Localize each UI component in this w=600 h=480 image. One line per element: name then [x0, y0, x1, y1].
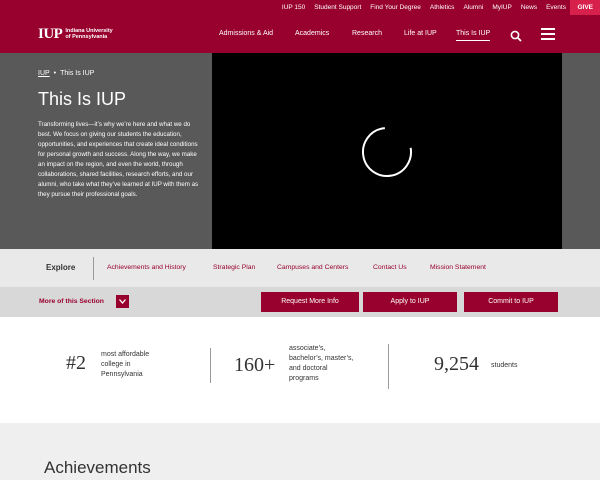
explore-link-contact-us[interactable]: Contact Us [373, 264, 407, 271]
explore-label: Explore [46, 263, 76, 272]
stats-section: #2 most affordable college in Pennsylvan… [0, 317, 600, 423]
hero-side-panel [562, 53, 600, 249]
utility-link-myiup[interactable]: MyIUP [488, 0, 517, 15]
utility-link-athletics[interactable]: Athletics [425, 0, 459, 15]
utility-link-events[interactable]: Events [542, 0, 571, 15]
commit-to-iup-button[interactable]: Commit to IUP [464, 292, 558, 312]
more-of-this-section-label[interactable]: More of this Section [39, 298, 104, 305]
nav-admissions-aid[interactable]: Admissions & Aid [219, 29, 273, 39]
breadcrumb-separator: • [53, 70, 57, 77]
utility-link-alumni[interactable]: Alumni [459, 0, 488, 15]
video-player[interactable] [212, 53, 562, 249]
explore-link-strategic-plan[interactable]: Strategic Plan [213, 264, 255, 271]
stat-number-affordable: #2 [66, 352, 86, 374]
stat-text-programs: associate’s, bachelor’s, master’s, and d… [289, 345, 354, 382]
explore-link-campuses-centers[interactable]: Campuses and Centers [277, 264, 348, 271]
utility-nav: IUP 150 Student Support Find Your Degree… [277, 0, 600, 15]
achievements-heading: Achievements [44, 458, 151, 477]
nav-this-is-iup[interactable]: This Is IUP [456, 29, 491, 41]
section-action-bar: More of this Section Request More Info A… [0, 287, 600, 317]
search-icon [510, 30, 522, 42]
explore-link-mission-statement[interactable]: Mission Statement [430, 264, 486, 271]
loading-spinner-icon [362, 127, 412, 177]
hamburger-menu-icon [541, 28, 555, 30]
breadcrumb: IUP • This Is IUP [38, 70, 94, 77]
explore-bar: Explore Achievements and History Strateg… [0, 249, 600, 287]
main-header: IUP Indiana University of Pennsylvania A… [0, 15, 600, 53]
explore-link-achievements-history[interactable]: Achievements and History [107, 264, 186, 271]
breadcrumb-current: This Is IUP [60, 70, 95, 77]
stat-divider [388, 344, 389, 389]
explore-divider [93, 257, 94, 280]
search-button[interactable] [510, 29, 522, 42]
achievements-section: Achievements [0, 423, 600, 480]
apply-to-iup-button[interactable]: Apply to IUP [363, 292, 457, 312]
breadcrumb-home-link[interactable]: IUP [38, 70, 50, 77]
stat-text-students: students [491, 362, 518, 369]
chevron-down-icon [119, 299, 126, 304]
utility-link-news[interactable]: News [516, 0, 541, 15]
page-title: This Is IUP [38, 89, 127, 109]
stat-text-affordable: most affordable college in Pennsylvania [101, 351, 150, 378]
utility-link-iup150[interactable]: IUP 150 [277, 0, 309, 15]
give-button[interactable]: GIVE [570, 0, 600, 15]
nav-life-at-iup[interactable]: Life at IUP [404, 29, 437, 39]
stat-number-programs: 160+ [234, 354, 276, 376]
stat-divider [210, 348, 211, 383]
utility-bar: IUP 150 Student Support Find Your Degree… [0, 0, 600, 15]
nav-research[interactable]: Research [352, 29, 382, 39]
utility-link-student-support[interactable]: Student Support [310, 0, 366, 15]
nav-academics[interactable]: Academics [295, 29, 329, 39]
stat-number-students: 9,254 [434, 353, 479, 375]
request-more-info-button[interactable]: Request More Info [261, 292, 359, 312]
more-of-this-section-toggle[interactable] [116, 295, 129, 308]
utility-link-find-degree[interactable]: Find Your Degree [366, 0, 426, 15]
hero-panel: IUP • This Is IUP This Is IUP Transforming… [0, 53, 212, 249]
hamburger-menu-button[interactable] [541, 28, 555, 40]
hero-description: Transforming lives—it’s why we’re here a… [38, 121, 199, 198]
